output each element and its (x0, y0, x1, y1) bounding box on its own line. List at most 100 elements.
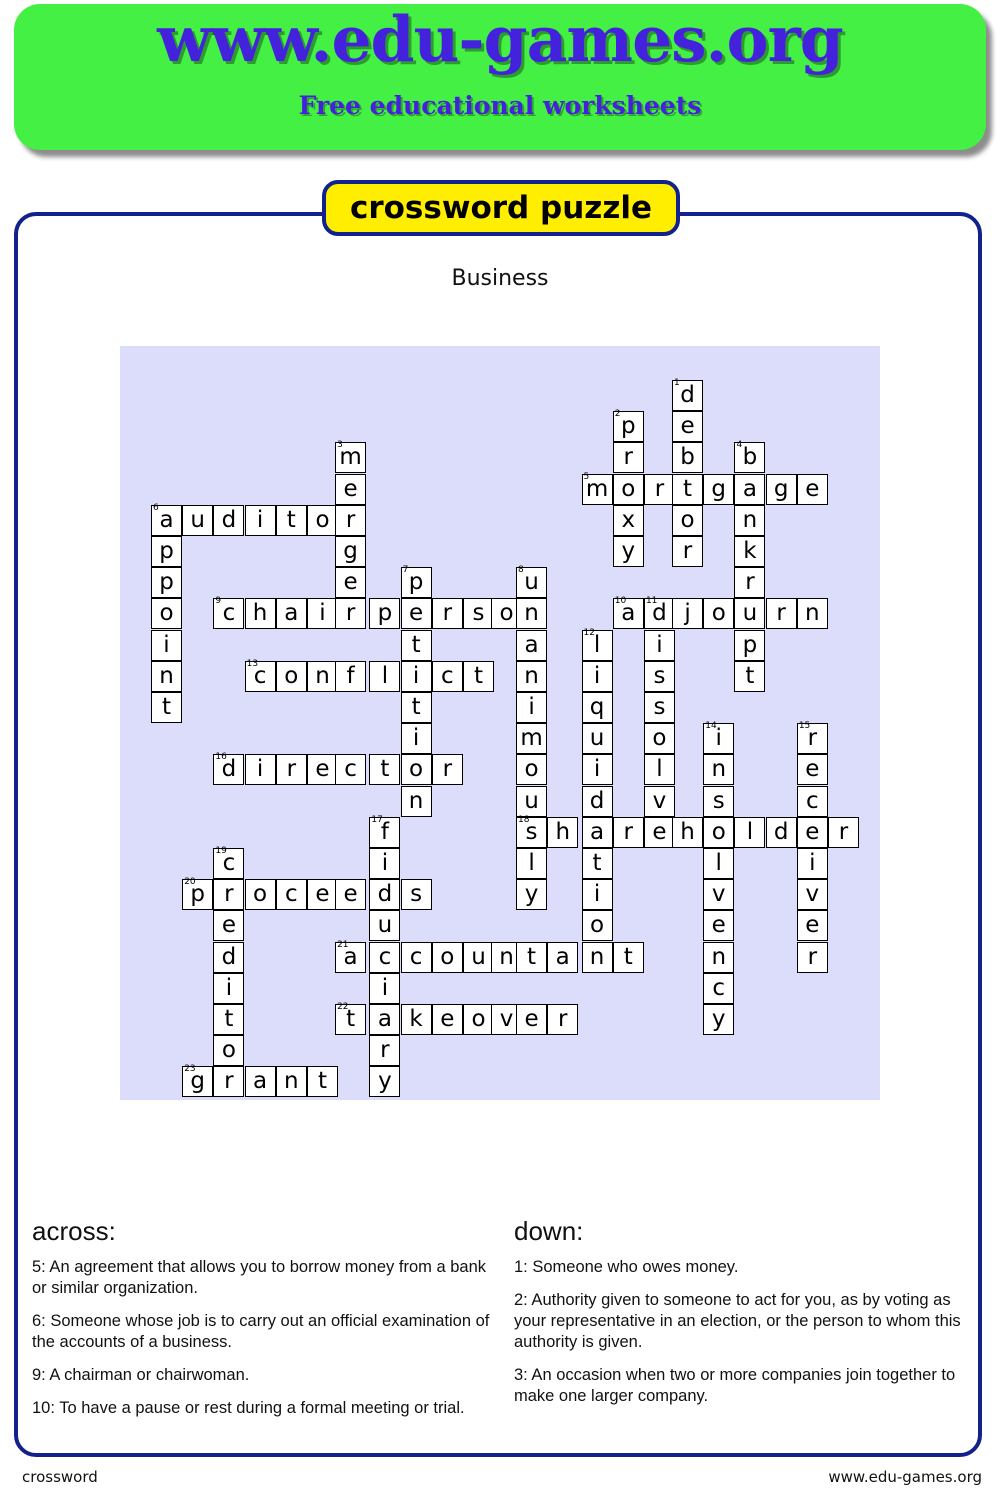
crossword-cell[interactable]: o (516, 754, 548, 786)
crossword-cell[interactable]: 16 d (213, 752, 245, 786)
crossword-cell[interactable]: i (581, 879, 613, 911)
crossword-cell[interactable]: n (400, 785, 432, 817)
crossword-cell[interactable]: u (581, 723, 613, 755)
crossword-cell[interactable]: g (765, 473, 797, 505)
crossword-cell[interactable]: c (400, 941, 432, 973)
crossword-cell[interactable]: r (213, 1066, 245, 1098)
crossword-cell[interactable]: e (213, 910, 245, 942)
crossword-cell[interactable]: e (672, 411, 704, 443)
crossword-cell[interactable]: c (703, 972, 735, 1004)
crossword-cell[interactable]: a (244, 1066, 276, 1098)
crossword-cell[interactable]: o (244, 879, 276, 911)
crossword-cell[interactable]: a (734, 473, 766, 505)
crossword-cell[interactable]: t (672, 473, 704, 505)
crossword-cell[interactable]: o (151, 598, 182, 630)
crossword-cell[interactable]: i (307, 598, 338, 630)
crossword-cell[interactable]: u (463, 941, 494, 973)
crossword-cell[interactable]: 18 s (516, 815, 548, 848)
crossword-cell[interactable]: p (734, 629, 766, 661)
crossword-cell[interactable]: n (703, 941, 735, 973)
crossword-cell[interactable]: i (581, 754, 613, 786)
crossword-cell[interactable]: c (431, 660, 463, 692)
crossword-cell[interactable]: v (703, 879, 735, 911)
crossword-cell[interactable]: n (796, 598, 828, 630)
crossword-cell[interactable]: q (581, 692, 613, 723)
crossword-cell[interactable]: t (516, 941, 548, 973)
crossword-cell[interactable]: i (400, 660, 432, 692)
crossword-cell[interactable]: r (612, 816, 644, 848)
crossword-cell[interactable]: 22 t (335, 1002, 367, 1035)
crossword-cell[interactable]: p (369, 598, 401, 630)
crossword-cell[interactable]: e (796, 910, 828, 942)
crossword-cell[interactable]: 4b (734, 440, 766, 474)
crossword-cell[interactable]: a (516, 629, 548, 661)
crossword-cell[interactable]: m (516, 723, 548, 755)
crossword-cell[interactable]: y (703, 1004, 735, 1035)
crossword-cell[interactable]: i (643, 629, 675, 661)
crossword-cell[interactable]: e (335, 567, 367, 599)
crossword-cell[interactable]: e (796, 754, 828, 786)
crossword-cell[interactable]: t (307, 1066, 338, 1098)
crossword-cell[interactable]: d (765, 816, 797, 848)
crossword-cell[interactable]: 17 f (369, 815, 401, 848)
crossword-cell[interactable]: 2p (612, 409, 644, 443)
crossword-cell[interactable]: 6a (151, 503, 182, 536)
crossword-cell[interactable]: t (612, 941, 644, 973)
crossword-cell[interactable]: g (335, 536, 367, 567)
crossword-cell[interactable]: i (400, 723, 432, 755)
crossword-cell[interactable]: a (547, 941, 579, 973)
crossword-cell[interactable]: e (643, 816, 675, 848)
crossword-cell[interactable]: o (612, 473, 644, 505)
crossword-cell[interactable]: 14 i (703, 721, 735, 755)
crossword-cell[interactable]: e (431, 1004, 463, 1035)
crossword-cell[interactable]: p (151, 567, 182, 599)
crossword-cell[interactable]: n (151, 660, 182, 692)
crossword-cell[interactable]: f (335, 660, 367, 692)
crossword-cell[interactable]: i (213, 972, 245, 1004)
crossword-cell[interactable]: r (765, 598, 797, 630)
crossword-cell[interactable]: o (672, 504, 704, 536)
crossword-cell[interactable]: h (672, 816, 704, 848)
crossword-cell[interactable]: u (734, 598, 766, 630)
crossword-cell[interactable]: r (369, 1035, 401, 1067)
crossword-cell[interactable]: v (643, 785, 675, 817)
crossword-cell[interactable]: g (703, 473, 735, 505)
crossword-cell[interactable]: u (369, 910, 401, 942)
crossword-cell[interactable]: n (703, 754, 735, 786)
crossword-cell[interactable]: h (547, 816, 579, 848)
crossword-cell[interactable]: i (516, 692, 548, 723)
crossword-cell[interactable]: t (213, 1004, 245, 1035)
crossword-cell[interactable]: s (400, 879, 432, 911)
crossword-cell[interactable]: r (612, 442, 644, 474)
crossword-cell[interactable]: l (516, 848, 548, 879)
crossword-cell[interactable]: r (796, 941, 828, 973)
crossword-cell[interactable]: 9c (213, 596, 245, 630)
crossword-cell[interactable]: d (213, 504, 245, 536)
crossword-cell[interactable]: u (516, 785, 548, 817)
crossword-cell[interactable]: c (796, 785, 828, 817)
crossword-cell[interactable]: e (516, 1004, 548, 1035)
crossword-cell[interactable]: r (213, 879, 245, 911)
crossword-cell[interactable]: d (213, 941, 245, 973)
crossword-cell[interactable]: d (369, 879, 401, 911)
crossword-cell[interactable]: t (734, 660, 766, 692)
crossword-cell[interactable]: o (703, 816, 735, 848)
crossword-cell[interactable]: 21 a (335, 940, 367, 973)
crossword-cell[interactable]: r (335, 504, 367, 536)
crossword-cell[interactable]: e (796, 473, 828, 505)
crossword-cell[interactable]: 11 d (643, 596, 675, 630)
crossword-cell[interactable]: e (400, 598, 432, 630)
crossword-cell[interactable]: n (307, 660, 338, 692)
crossword-cell[interactable]: i (581, 660, 613, 692)
crossword-cell[interactable]: i (244, 504, 276, 536)
crossword-cell[interactable]: v (796, 879, 828, 911)
crossword-cell[interactable]: r (734, 567, 766, 599)
crossword-cell[interactable]: 19 c (213, 846, 245, 879)
crossword-cell[interactable]: x (612, 504, 644, 536)
crossword-cell[interactable]: a (581, 816, 613, 848)
crossword-cell[interactable]: 8u (516, 565, 548, 599)
crossword-cell[interactable]: s (463, 598, 494, 630)
crossword-cell[interactable]: l (703, 848, 735, 879)
crossword-cell[interactable]: e (335, 473, 367, 505)
crossword-cell[interactable]: b (672, 442, 704, 474)
